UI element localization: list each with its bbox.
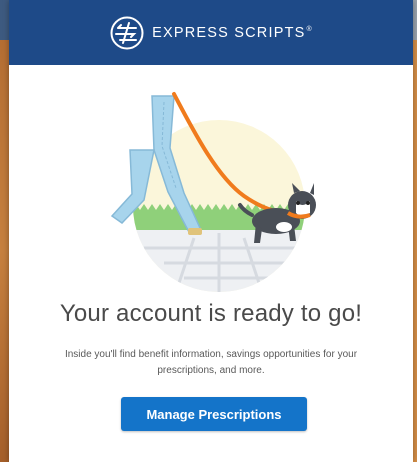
- page-title: Your account is ready to go!: [59, 300, 363, 327]
- brand-name: EXPRESS SCRIPTS®: [152, 24, 313, 41]
- background-page-right: [413, 40, 417, 462]
- express-scripts-logo-icon: [110, 16, 144, 49]
- manage-prescriptions-button[interactable]: Manage Prescriptions: [121, 397, 307, 431]
- welcome-modal: EXPRESS SCRIPTS® Your account is ready t…: [9, 0, 413, 462]
- person-walking-dog-illustration: [110, 92, 316, 292]
- welcome-description: Inside you'll find benefit information, …: [64, 349, 358, 376]
- background-page-left: [0, 40, 9, 462]
- modal-header: EXPRESS SCRIPTS®: [9, 0, 413, 65]
